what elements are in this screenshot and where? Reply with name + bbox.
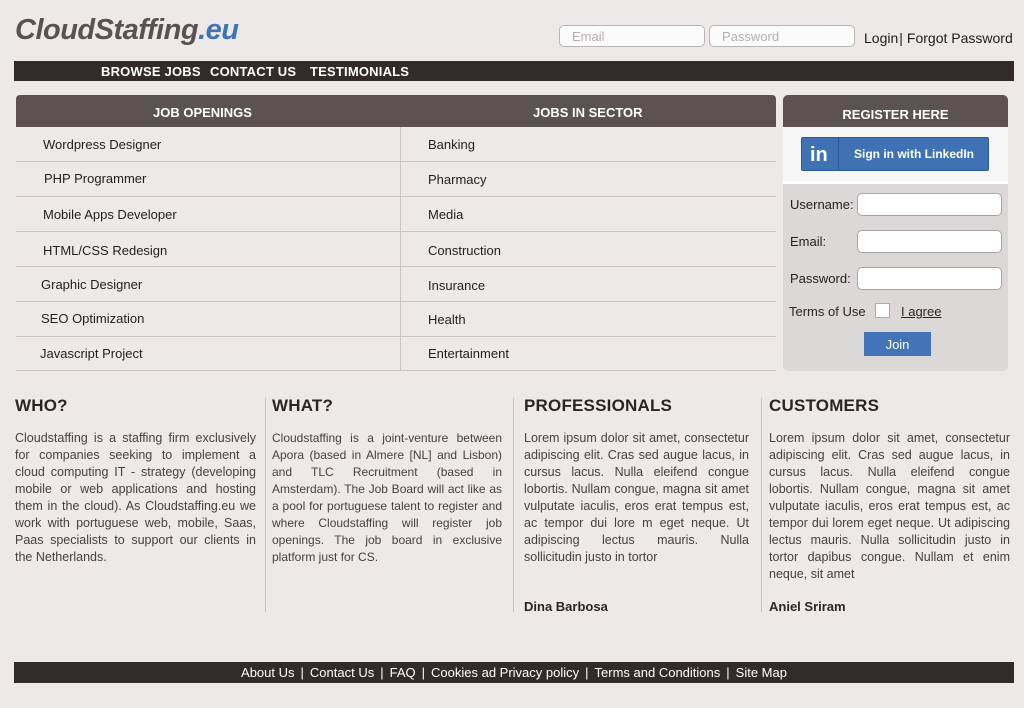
sector-link[interactable]: Banking	[428, 137, 475, 152]
username-label: Username:	[790, 197, 854, 212]
footer-about-us-link[interactable]: About Us	[241, 665, 294, 680]
footer-separator: |	[585, 665, 589, 680]
linkedin-signin-label: Sign in with LinkedIn	[854, 147, 974, 161]
join-button[interactable]: Join	[864, 332, 931, 356]
login-separator: |	[899, 30, 903, 46]
table-row: SEO Optimization Health	[16, 302, 776, 337]
professionals-author: Dina Barbosa	[524, 599, 608, 614]
nav-contact-us[interactable]: CONTACT US	[210, 64, 296, 79]
sector-link[interactable]: Entertainment	[428, 346, 509, 361]
footer-bar: About Us | Contact Us | FAQ | Cookies ad Priva…	[14, 662, 1014, 683]
main-nav: BROWSE JOBS CONTACT US TESTIMONIALS	[14, 61, 1014, 81]
table-row: PHP Programmer Pharmacy	[16, 162, 776, 197]
professionals-title: PROFESSIONALS	[524, 396, 673, 415]
footer-separator: |	[380, 665, 384, 680]
logo-text-main: CloudStaffing	[15, 14, 199, 46]
footer-separator: |	[421, 665, 426, 680]
job-opening-link[interactable]: SEO Optimization	[41, 311, 144, 326]
who-section: WHO? Cloudstaffing is a staffing firm ex…	[15, 396, 256, 614]
sector-link[interactable]: Pharmacy	[428, 172, 487, 187]
job-opening-link[interactable]: Javascript Project	[40, 346, 143, 361]
register-panel: REGISTER HERE in Sign in with LinkedIn U…	[783, 95, 1008, 371]
linkedin-band: in Sign in with LinkedIn	[783, 127, 1008, 184]
customers-author: Aniel Sriram	[769, 599, 846, 614]
sector-link[interactable]: Health	[428, 312, 466, 327]
password-field[interactable]	[857, 267, 1002, 290]
footer-faq-link[interactable]: FAQ	[390, 665, 416, 680]
header-email-input[interactable]	[559, 25, 705, 47]
footer-links: About Us | Contact Us | FAQ | Cookies ad Priva…	[241, 665, 787, 680]
customers-section: CUSTOMERS Lorem ipsum dolor sit amet, co…	[769, 396, 1010, 614]
job-opening-link[interactable]: Graphic Designer	[41, 277, 142, 292]
sector-link[interactable]: Media	[428, 207, 463, 222]
professionals-section: PROFESSIONALS Lorem ipsum dolor sit amet…	[524, 396, 749, 614]
what-section: WHAT? Cloudstaffing is a joint-venture b…	[272, 396, 502, 614]
job-opening-link[interactable]: HTML/CSS Redesign	[43, 243, 167, 258]
footer-privacy-link[interactable]: Cookies ad Privacy policy	[431, 665, 579, 680]
column-divider	[513, 398, 514, 612]
jobs-in-sector-heading: JOBS IN SECTOR	[533, 105, 643, 120]
table-row: Javascript Project Entertainment	[16, 336, 776, 371]
job-openings-heading: JOB OPENINGS	[153, 105, 252, 120]
footer-sitemap-link[interactable]: Site Map	[736, 665, 787, 680]
email-label: Email:	[790, 234, 827, 249]
table-row: Wordpress Designer Banking	[16, 127, 776, 162]
password-label: Password:	[790, 271, 851, 286]
column-divider	[265, 398, 266, 612]
site-logo[interactable]: CloudStaffing.eu	[15, 14, 239, 47]
sector-link[interactable]: Insurance	[428, 278, 485, 293]
what-title: WHAT?	[272, 396, 334, 415]
forgot-password-link[interactable]: Forgot Password	[907, 30, 1013, 46]
table-row: Mobile Apps Developer Media	[16, 197, 776, 232]
login-link[interactable]: Login	[864, 30, 898, 46]
footer-contact-us-link[interactable]: Contact Us	[310, 665, 374, 680]
header-password-input[interactable]	[709, 25, 855, 47]
linkedin-signin-button[interactable]: in Sign in with LinkedIn	[801, 137, 989, 171]
username-field[interactable]	[857, 193, 1002, 216]
professionals-text: Lorem ipsum dolor sit amet, consectetur …	[524, 431, 749, 564]
customers-title: CUSTOMERS	[769, 396, 880, 415]
job-opening-link[interactable]: PHP Programmer	[44, 171, 146, 186]
register-header: REGISTER HERE	[783, 95, 1008, 127]
terms-of-use-label: Terms of Use	[789, 304, 866, 319]
table-row: HTML/CSS Redesign Construction	[16, 232, 776, 267]
nav-testimonials[interactable]: TESTIMONIALS	[310, 64, 409, 79]
linkedin-icon: in	[810, 144, 828, 166]
table-row: Graphic Designer Insurance	[16, 267, 776, 302]
job-opening-link[interactable]: Mobile Apps Developer	[43, 207, 177, 222]
logo-text-domain: .eu	[198, 14, 239, 46]
header-auth-links: Login| Forgot Password	[864, 30, 1013, 46]
who-text: Cloudstaffing is a staffing firm exclusi…	[15, 431, 256, 564]
register-title: REGISTER HERE	[842, 107, 949, 122]
who-title: WHO?	[15, 396, 68, 415]
footer-terms-link[interactable]: Terms and Conditions	[595, 665, 721, 680]
footer-separator: |	[726, 665, 730, 680]
footer-separator: |	[300, 665, 304, 680]
job-opening-link[interactable]: Wordpress Designer	[43, 137, 161, 152]
linkedin-button-divider	[838, 138, 839, 170]
customers-text: Lorem ipsum dolor sit amet, consectetur …	[769, 431, 1010, 581]
email-field[interactable]	[857, 230, 1002, 253]
what-text: Cloudstaffing is a joint-venture between…	[272, 431, 502, 564]
sector-link[interactable]: Construction	[428, 243, 501, 258]
agree-link[interactable]: I agree	[901, 304, 941, 319]
nav-browse-jobs[interactable]: BROWSE JOBS	[101, 64, 201, 79]
column-divider	[761, 398, 762, 612]
jobs-table: JOB OPENINGS JOBS IN SECTOR Wordpress De…	[16, 95, 776, 371]
agree-checkbox[interactable]	[875, 303, 890, 318]
jobs-table-header: JOB OPENINGS JOBS IN SECTOR	[16, 95, 776, 127]
